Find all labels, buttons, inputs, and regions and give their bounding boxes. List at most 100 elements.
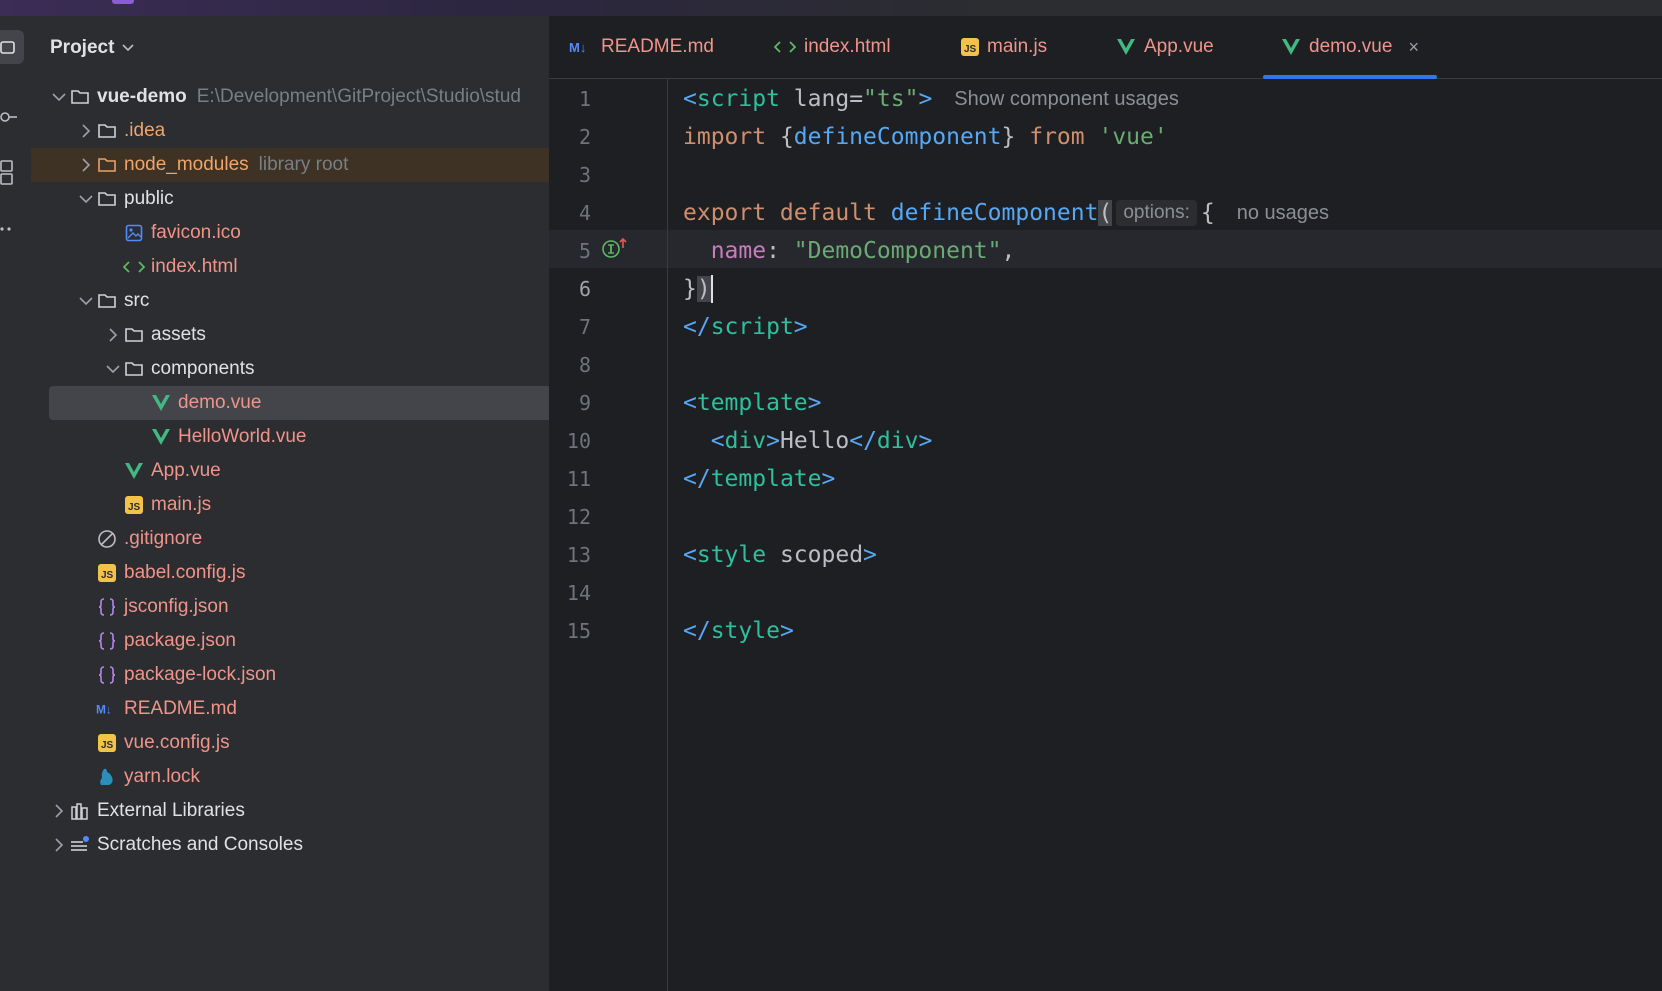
tree-item-babel-config[interactable]: JS babel.config.js [31, 556, 614, 590]
structure-tool-button[interactable] [0, 156, 24, 190]
code-line-4: export default defineComponent(options:{… [683, 194, 1329, 232]
tree-item-yarn-lock[interactable]: yarn.lock [31, 760, 614, 794]
js-file-icon: JS [96, 732, 118, 754]
tree-item-scratches[interactable]: Scratches and Consoles [31, 828, 567, 862]
editor-tab-bar: M↓ README.md index.html JS main.js App.v… [549, 16, 1662, 79]
tree-item-label: jsconfig.json [124, 596, 229, 617]
project-panel-header[interactable]: Project [50, 36, 134, 60]
window-accent [112, 0, 134, 4]
code-token: } [683, 276, 697, 302]
tree-item-public[interactable]: public [31, 182, 594, 216]
tree-item-label: public [124, 188, 174, 209]
code-token: "DemoComponent" [793, 238, 1002, 264]
chevron-right-icon[interactable] [76, 124, 96, 138]
code-token: name [710, 238, 767, 264]
tree-item-package-lock[interactable]: package-lock.json [31, 658, 614, 692]
parameter-hint: options: [1116, 200, 1197, 226]
tab-readme[interactable]: M↓ README.md [569, 16, 714, 78]
tree-item-label: HelloWorld.vue [178, 426, 307, 447]
tree-item-vue-config[interactable]: JS vue.config.js [31, 726, 614, 760]
folder-icon [123, 358, 145, 380]
js-file-icon: JS [96, 562, 118, 584]
json-file-icon [96, 596, 118, 618]
project-panel: Project vue-demo E:\Development\GitProje… [31, 16, 634, 991]
svg-text:JS: JS [128, 502, 141, 513]
code-token: </ [683, 466, 711, 492]
ignore-file-icon [96, 528, 118, 550]
svg-text:JS: JS [964, 44, 977, 55]
js-file-icon: JS [961, 38, 979, 56]
commit-tool-button[interactable] [0, 100, 24, 134]
tree-item-label: demo.vue [178, 392, 262, 413]
tree-item-node-modules[interactable]: node_modules library root [31, 148, 594, 182]
tree-item-label: favicon.ico [151, 222, 241, 243]
line-number: 12 [566, 505, 591, 529]
code-line-5: name: "DemoComponent", [683, 232, 1016, 270]
tree-item-readme[interactable]: M↓ README.md [31, 692, 614, 726]
tree-item-assets[interactable]: assets [31, 318, 621, 352]
tree-item-label: components [151, 358, 255, 379]
code-token: template [696, 390, 808, 416]
line-number: 11 [566, 467, 591, 491]
tree-item-label: yarn.lock [124, 766, 201, 787]
tree-item-vue-demo[interactable]: vue-demo E:\Development\GitProject\Studi… [31, 80, 567, 114]
tree-item-src[interactable]: src [31, 284, 594, 318]
code-token: > [863, 542, 877, 568]
chevron-right-icon[interactable] [49, 804, 69, 818]
chevron-down-icon[interactable] [76, 296, 96, 306]
chevron-down-icon[interactable] [49, 92, 69, 102]
matched-bracket: ( [1098, 200, 1113, 226]
tab-app-vue[interactable]: App.vue [1116, 16, 1214, 78]
tab-label: main.js [987, 36, 1048, 57]
code-token: script [696, 86, 780, 112]
tree-item-jsconfig[interactable]: jsconfig.json [31, 590, 614, 624]
tree-item-demo-vue[interactable]: demo.vue [49, 386, 634, 420]
chevron-right-icon[interactable] [76, 158, 96, 172]
code-token: style [710, 618, 780, 644]
tree-item-gitignore[interactable]: .gitignore [31, 522, 614, 556]
code-editor[interactable]: < script lang= "ts" > Show component usages… [668, 78, 1662, 991]
code-token: < [710, 428, 725, 454]
tab-demo-vue[interactable]: demo.vue × [1263, 16, 1437, 79]
chevron-right-icon[interactable] [103, 328, 123, 342]
svg-text:M↓: M↓ [569, 40, 586, 54]
tree-item-external-libraries[interactable]: External Libraries [31, 794, 567, 828]
project-tool-button[interactable] [0, 30, 24, 64]
code-line-10: < div > Hello </div > [683, 422, 933, 460]
matched-bracket: ) [696, 276, 711, 302]
tree-item-components[interactable]: components [31, 352, 621, 386]
code-token: </ [849, 428, 877, 454]
vue-file-icon [150, 392, 172, 414]
code-line-15: </style > [683, 612, 794, 650]
code-token: div [876, 428, 919, 454]
libraries-icon [69, 800, 91, 822]
chevron-down-icon [122, 44, 134, 52]
tree-item-label: External Libraries [97, 800, 245, 821]
chevron-down-icon[interactable] [76, 194, 96, 204]
tree-item-idea[interactable]: .idea [31, 114, 594, 148]
code-token: } [1001, 124, 1030, 150]
tree-item-package-json[interactable]: package.json [31, 624, 614, 658]
tree-item-label: main.js [151, 494, 212, 515]
code-token: defineComponent [793, 124, 1002, 150]
code-token: template [710, 466, 822, 492]
close-icon[interactable]: × [1408, 37, 1419, 58]
code-token: < [683, 86, 697, 112]
code-token: script [710, 314, 794, 340]
usages-inlay[interactable]: no usages [1237, 202, 1329, 225]
code-line-1: < script lang= "ts" > Show component usages [683, 80, 1179, 118]
tree-item-label: babel.config.js [124, 562, 246, 583]
image-file-icon [123, 222, 145, 244]
more-tools-button[interactable] [0, 212, 24, 246]
chevron-right-icon[interactable] [49, 838, 69, 852]
tab-main-js[interactable]: JS main.js [961, 16, 1047, 78]
folder-icon [96, 154, 118, 176]
folder-icon [96, 120, 118, 142]
chevron-down-icon[interactable] [103, 364, 123, 374]
implemented-method-gutter-icon[interactable] [601, 236, 629, 265]
folder-icon [96, 188, 118, 210]
tab-index-html[interactable]: index.html [774, 16, 891, 78]
component-usages-inlay[interactable]: Show component usages [954, 88, 1179, 111]
vue-file-icon [1281, 38, 1301, 56]
